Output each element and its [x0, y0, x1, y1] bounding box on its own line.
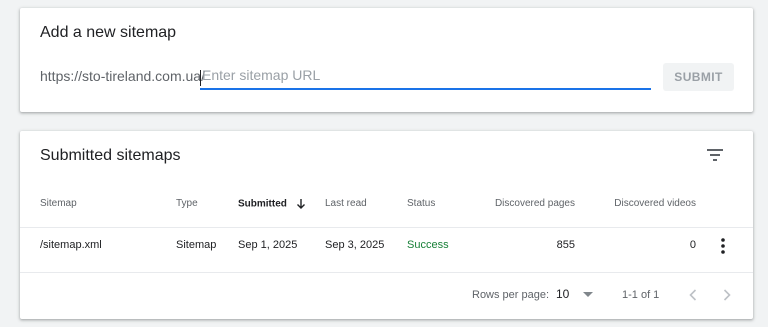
text-cursor — [200, 70, 201, 86]
pagination-range: 1-1 of 1 — [622, 289, 660, 301]
sitemap-url-prefix: https://sto-tireland.com.ua/ — [40, 68, 205, 84]
column-header-type[interactable]: Type — [176, 198, 198, 209]
more-vert-icon[interactable] — [720, 237, 726, 255]
column-header-discovered-pages[interactable]: Discovered pages — [475, 198, 575, 209]
table-divider — [20, 227, 753, 228]
column-header-status[interactable]: Status — [407, 198, 435, 209]
rows-per-page-select[interactable]: 10 — [556, 287, 594, 301]
chevron-left-icon[interactable] — [683, 285, 703, 305]
filter-icon[interactable] — [705, 145, 725, 165]
submit-button[interactable]: SUBMIT — [663, 63, 734, 91]
column-header-sitemap[interactable]: Sitemap — [40, 198, 77, 209]
rows-per-page-label: Rows per page: — [472, 289, 550, 301]
submitted-sitemaps-card: Submitted sitemaps Sitemap Type Submitte… — [20, 131, 753, 319]
submitted-sitemaps-title: Submitted sitemaps — [40, 147, 181, 164]
chevron-right-icon[interactable] — [717, 285, 737, 305]
cell-type: Sitemap — [176, 239, 217, 251]
rows-per-page-value: 10 — [556, 287, 570, 301]
cell-sitemap: /sitemap.xml — [40, 239, 102, 251]
cell-status: Success — [407, 239, 449, 251]
caret-down-icon — [583, 291, 594, 297]
table-divider — [20, 272, 753, 273]
arrow-down-icon — [296, 199, 305, 209]
column-header-submitted[interactable]: Submitted — [238, 198, 306, 210]
sitemap-url-input[interactable] — [200, 62, 651, 90]
add-sitemap-card: Add a new sitemap https://sto-tireland.c… — [20, 8, 753, 112]
column-header-last-read[interactable]: Last read — [325, 198, 367, 209]
add-sitemap-title: Add a new sitemap — [40, 24, 177, 41]
cell-submitted: Sep 1, 2025 — [238, 239, 298, 251]
cell-discovered-pages: 855 — [556, 239, 575, 251]
cell-discovered-videos: 0 — [689, 239, 696, 251]
column-header-discovered-videos[interactable]: Discovered videos — [592, 198, 696, 209]
cell-last-read: Sep 3, 2025 — [325, 239, 385, 251]
column-header-submitted-label: Submitted — [238, 198, 287, 210]
